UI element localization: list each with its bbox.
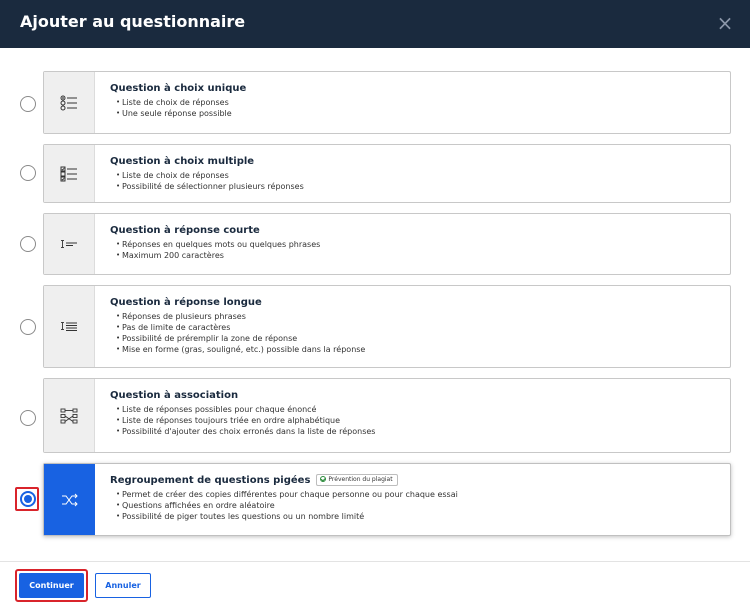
option-bullet: Une seule réponse possible — [116, 108, 720, 119]
dialog-title: Ajouter au questionnaire — [20, 12, 246, 31]
option-title: Question à réponse longue — [110, 297, 262, 308]
icon-panel — [44, 379, 95, 452]
option-bullet: Possibilité de sélectionner plusieurs ré… — [116, 181, 720, 192]
option-bullet: Réponses de plusieurs phrases — [116, 311, 720, 322]
option-bullet: Liste de choix de réponses — [116, 170, 720, 181]
option-bullet: Possibilité de préremplir la zone de rép… — [116, 333, 720, 344]
radio-matching[interactable] — [20, 410, 36, 426]
icon-panel — [44, 464, 95, 535]
card-short-answer[interactable]: Question à réponse courte Réponses en qu… — [43, 213, 731, 275]
radio-random-group[interactable] — [20, 491, 36, 507]
check-circle-icon — [320, 476, 327, 482]
card-random-group[interactable]: Regroupement de questions pigées Préventi… — [43, 463, 731, 536]
radio-single-choice[interactable] — [20, 96, 36, 112]
cancel-button[interactable]: Annuler — [95, 573, 151, 598]
option-bullet: Possibilité d'ajouter des choix erronés … — [116, 426, 720, 437]
option-bullet: Possibilité de piger toutes les question… — [116, 511, 720, 522]
option-bullet: Maximum 200 caractères — [116, 250, 720, 261]
radio-long-answer[interactable] — [20, 319, 36, 335]
option-bullet: Permet de créer des copies différentes p… — [116, 489, 720, 500]
card-single-choice[interactable]: Question à choix unique Liste de choix d… — [43, 71, 731, 134]
long-answer-icon — [61, 321, 77, 331]
plagiarism-badge: Prévention du plagiat — [316, 474, 398, 486]
card-long-answer[interactable]: Question à réponse longue Réponses de pl… — [43, 285, 731, 368]
shuffle-icon — [61, 493, 78, 506]
option-bullet: Liste de choix de réponses — [116, 97, 720, 108]
continue-button[interactable]: Continuer — [19, 573, 84, 598]
option-title: Question à réponse courte — [110, 225, 260, 236]
radio-multiple-choice[interactable] — [20, 165, 36, 181]
icon-panel — [44, 145, 95, 202]
short-answer-icon — [61, 240, 77, 248]
matching-icon — [60, 408, 78, 423]
radio-short-answer[interactable] — [20, 236, 36, 252]
option-bullet: Mise en forme (gras, souligné, etc.) pos… — [116, 344, 720, 355]
icon-panel — [44, 286, 95, 367]
dialog-header: Ajouter au questionnaire × — [0, 0, 750, 48]
option-bullet: Liste de réponses toujours triée en ordr… — [116, 415, 720, 426]
option-bullet: Liste de réponses possibles pour chaque … — [116, 404, 720, 415]
option-bullet: Réponses en quelques mots ou quelques ph… — [116, 239, 720, 250]
option-title: Question à association — [110, 390, 239, 401]
option-bullet: Questions affichées en ordre aléatoire — [116, 500, 720, 511]
option-bullet: Pas de limite de caractères — [116, 322, 720, 333]
option-title: Question à choix multiple — [110, 156, 255, 167]
option-title: Question à choix unique — [110, 83, 247, 94]
option-title: Regroupement de questions pigées Préventi… — [110, 474, 720, 487]
close-icon[interactable]: × — [716, 13, 734, 33]
footer-divider — [0, 561, 750, 562]
icon-panel — [44, 72, 95, 133]
option-title-text: Regroupement de questions pigées — [110, 475, 311, 486]
single-choice-icon — [60, 95, 77, 110]
card-multiple-choice[interactable]: Question à choix multiple Liste de choix… — [43, 144, 731, 203]
card-matching[interactable]: Question à association Liste de réponses… — [43, 378, 731, 453]
icon-panel — [44, 214, 95, 274]
badge-label: Prévention du plagiat — [328, 476, 393, 483]
multiple-choice-icon — [60, 166, 77, 181]
